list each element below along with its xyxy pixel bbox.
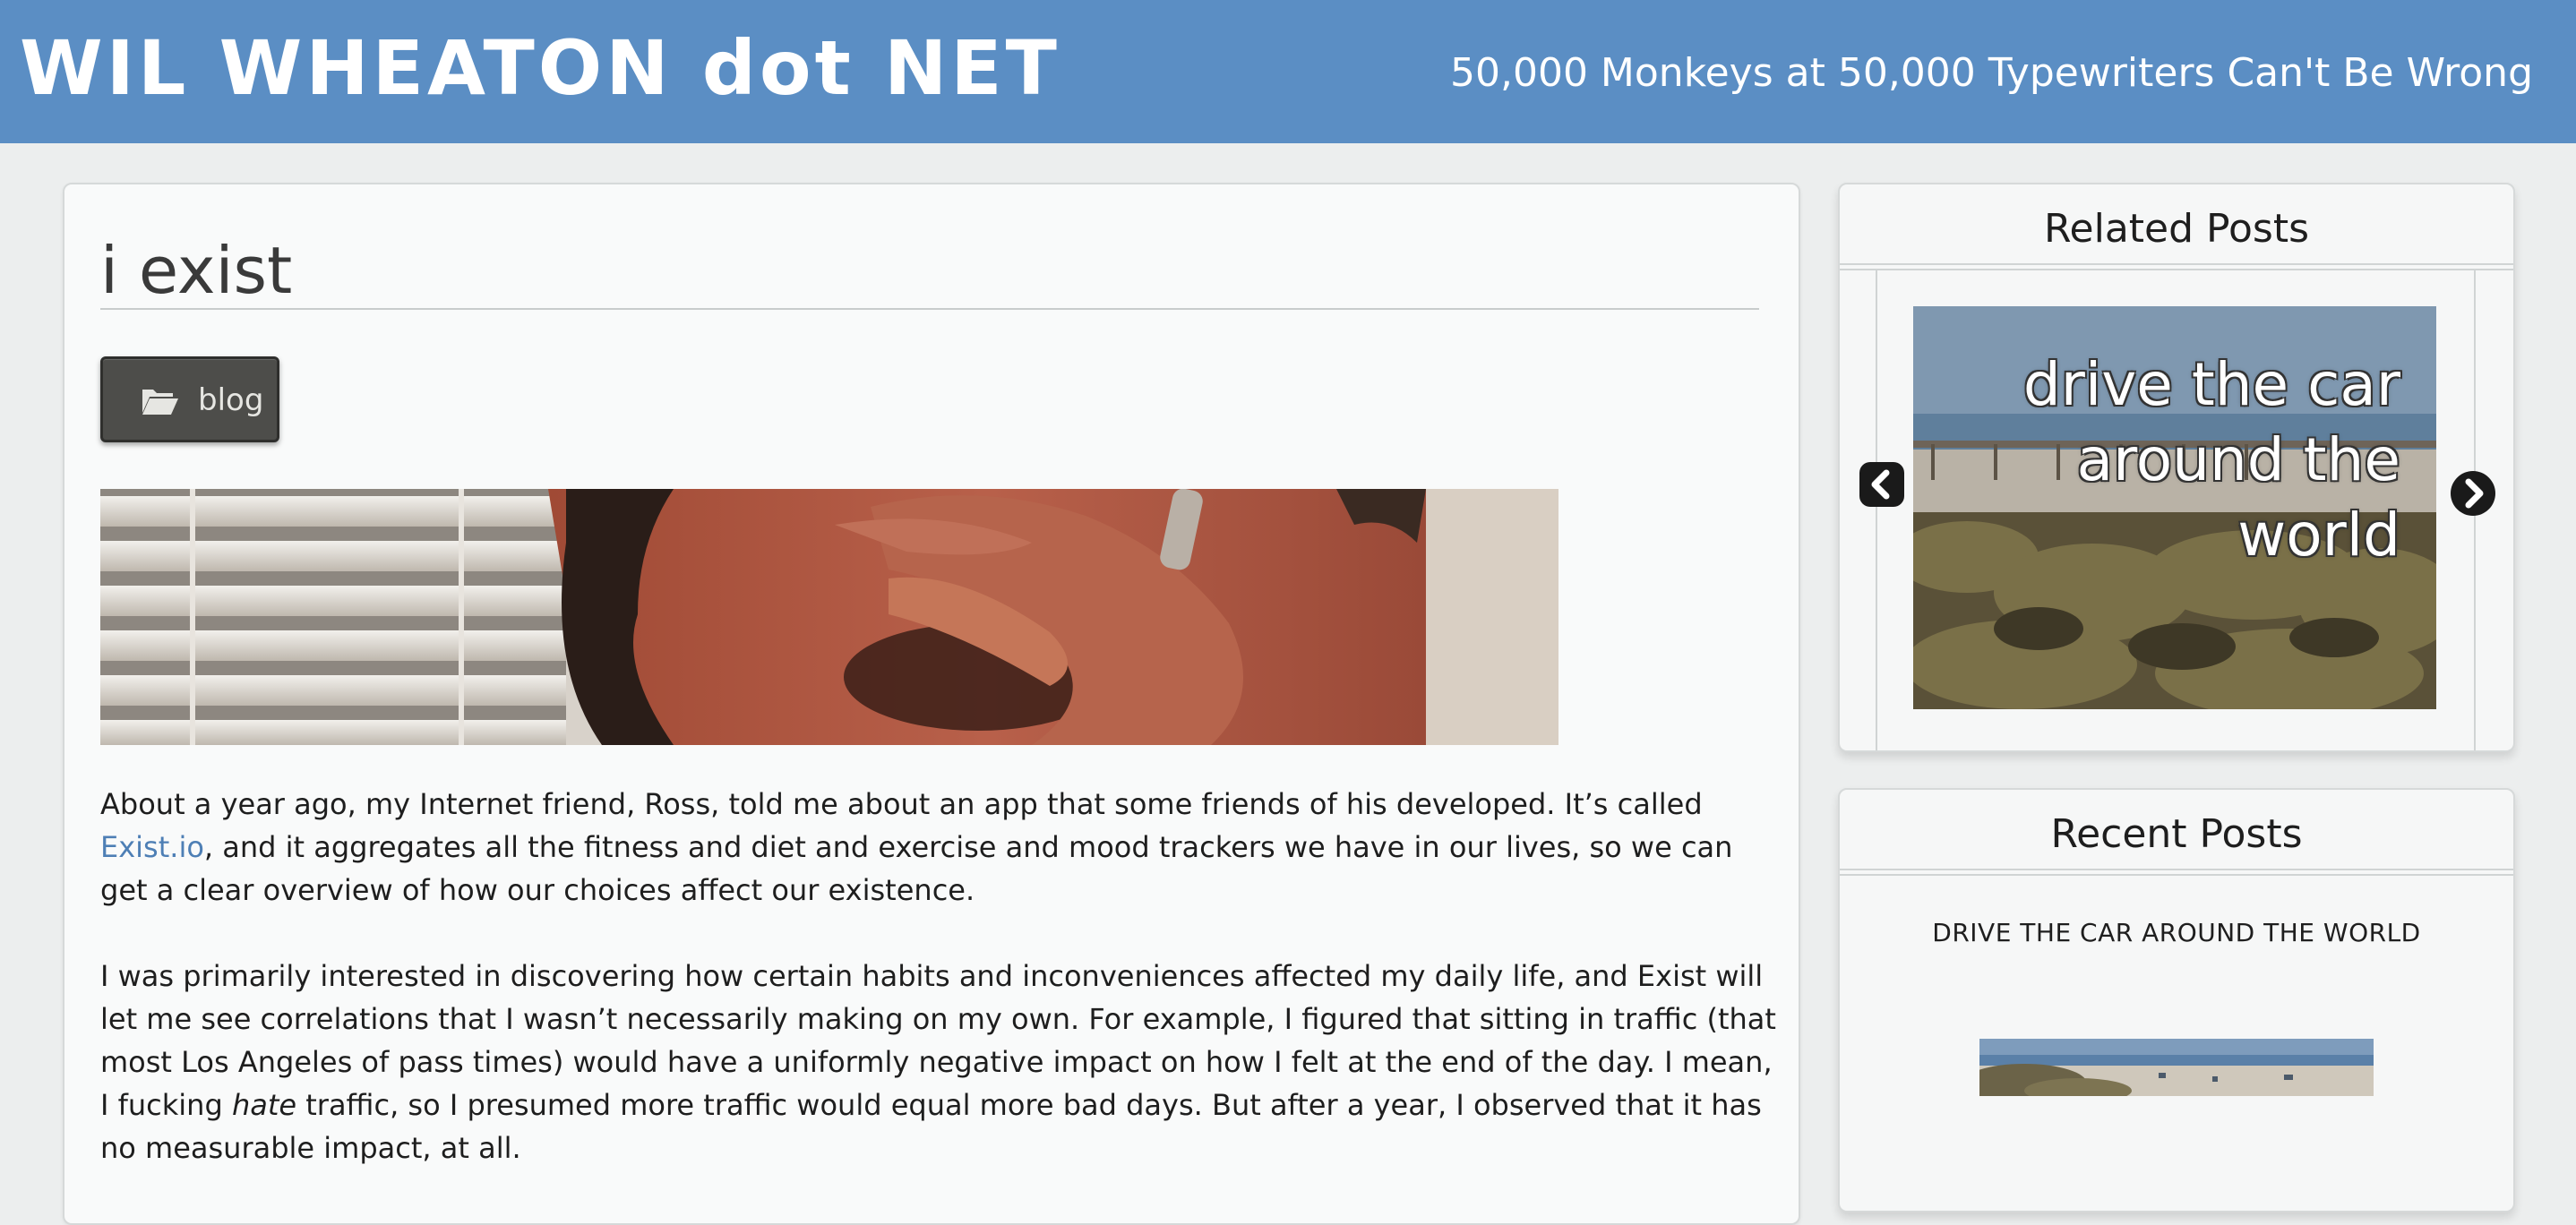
hero-image [100, 489, 1558, 745]
exist-io-link[interactable]: Exist.io [100, 830, 204, 864]
slider-prev-button[interactable] [1859, 462, 1904, 507]
widget-divider [1840, 263, 2513, 265]
recent-post-thumbnail[interactable] [1979, 1039, 2374, 1096]
chevron-left-icon [1871, 469, 1890, 500]
recent-posts-widget: Recent Posts DRIVE THE CAR AROUND THE WO… [1838, 788, 2515, 1212]
beach-thumbnail [1979, 1039, 2374, 1096]
related-posts-title: Related Posts [2043, 206, 2310, 252]
folder-open-icon [142, 390, 178, 415]
site-tagline: 50,000 Monkeys at 50,000 Typewriters Can… [1449, 50, 2533, 96]
paragraph-1: About a year ago, my Internet friend, Ro… [100, 787, 1733, 907]
article-container: i exist blog About a year ago, my Intern… [63, 183, 1800, 1225]
slider-next-button[interactable] [2451, 471, 2495, 516]
title-divider [100, 308, 1759, 310]
post-title: i exist [100, 233, 293, 308]
slide-caption: drive the car around the world [2022, 350, 2400, 570]
category-button-blog[interactable]: blog [100, 356, 279, 442]
category-label: blog [198, 382, 264, 418]
widget-divider [1840, 869, 2513, 870]
chevron-right-icon [2465, 478, 2484, 509]
recent-posts-title: Recent Posts [2050, 811, 2303, 857]
related-post-slide[interactable]: drive the car around the world [1913, 306, 2436, 709]
recent-post-link[interactable]: DRIVE THE CAR AROUND THE WORLD [1840, 915, 2513, 951]
related-posts-widget: Related Posts drive the car around the w… [1838, 183, 2515, 752]
article-body: About a year ago, my Internet friend, Ro… [100, 783, 1784, 1212]
paragraph-2: I was primarily interested in discoverin… [100, 959, 1776, 1165]
site-header: WIL WHEATON dot NET 50,000 Monkeys at 50… [0, 0, 2576, 143]
site-title-link[interactable]: WIL WHEATON dot NET [20, 23, 1060, 113]
hero-photo-art [100, 489, 1558, 745]
